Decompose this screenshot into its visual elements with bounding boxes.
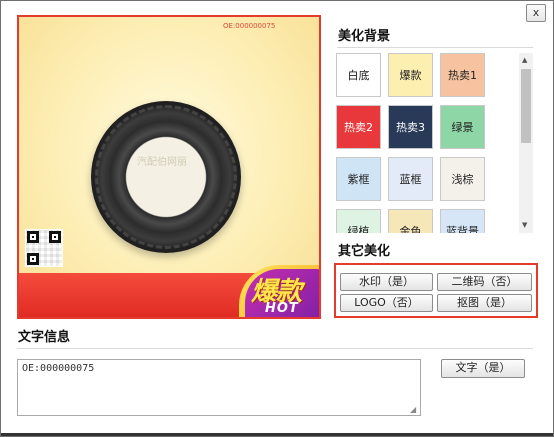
qrcode-toggle-button[interactable]: 二维码（否） [437,273,532,291]
background-tile[interactable]: 金色 [388,209,433,233]
background-tile-label: 金色 [399,225,422,233]
text-toggle-button[interactable]: 文字（是） [441,359,525,378]
background-tile-label: 绿景 [451,121,474,134]
preview-oe-label: OE:000000075 [223,22,276,30]
background-tile-label: 蓝背景 [446,225,479,233]
qr-corner [27,231,39,243]
scroll-up-icon[interactable]: ▲ [522,56,527,64]
qr-corner [49,231,61,243]
cutout-toggle-button[interactable]: 抠图（是） [437,294,532,312]
background-tile-label: 紫框 [347,173,370,186]
background-tile[interactable]: 热卖2 [336,105,381,149]
background-tile[interactable]: 蓝背景 [440,209,485,233]
background-tile-label: 热卖3 [396,121,425,134]
background-tile[interactable]: 浅棕 [440,157,485,201]
background-tile-label: 绿植 [347,225,370,233]
background-tile-label: 热卖2 [344,121,373,134]
text-section-title: 文字信息 [18,330,71,345]
background-tile-label: 蓝框 [399,173,422,186]
background-tile-label: 热卖1 [448,69,477,82]
background-tile-label: 白底 [347,69,370,82]
text-info-input[interactable]: OE:000000075 [17,359,421,416]
other-options-box: 水印（是） 二维码（否） LOGO（否） 抠图（是） [334,263,538,318]
preview-watermark: 汽配伯网丽 [137,157,187,168]
background-tile[interactable]: 热卖1 [440,53,485,97]
logo-toggle-button[interactable]: LOGO（否） [340,294,433,312]
background-tile[interactable]: 绿植 [336,209,381,233]
resize-handle-icon[interactable]: ◢ [410,405,416,414]
close-button[interactable]: x [526,4,546,22]
background-tile[interactable]: 绿景 [440,105,485,149]
background-tile[interactable]: 爆款 [388,53,433,97]
background-tile-label: 爆款 [399,69,422,82]
background-section-title: 美化背景 [338,29,391,44]
background-tile[interactable]: 蓝框 [388,157,433,201]
qr-code-icon [25,229,63,267]
hot-badge-hot: HOT [265,301,299,316]
divider [337,47,533,48]
background-scrollbar[interactable]: ▲ ▼ [519,53,533,233]
background-tile-grid: 白底 爆款 热卖1 热卖2 热卖3 绿景紫框 蓝框 浅棕绿植 金色 蓝背景 [336,53,530,233]
background-tile[interactable]: 紫框 [336,157,381,201]
divider [17,348,533,349]
background-tile[interactable]: 热卖3 [388,105,433,149]
qr-corner [27,253,39,265]
background-tile-label: 浅棕 [451,173,474,186]
tire-image [91,101,241,253]
scroll-thumb[interactable] [521,69,531,143]
scroll-down-icon[interactable]: ▼ [522,221,527,229]
beautify-dialog: x OE:000000075 汽配伯网丽 爆款 HOT 美化背景 白底 爆款 热卖1… [0,0,554,437]
image-preview: OE:000000075 汽配伯网丽 爆款 HOT [17,15,321,319]
watermark-toggle-button[interactable]: 水印（是） [340,273,433,291]
background-tile[interactable]: 白底 [336,53,381,97]
other-section-title: 其它美化 [338,244,391,259]
